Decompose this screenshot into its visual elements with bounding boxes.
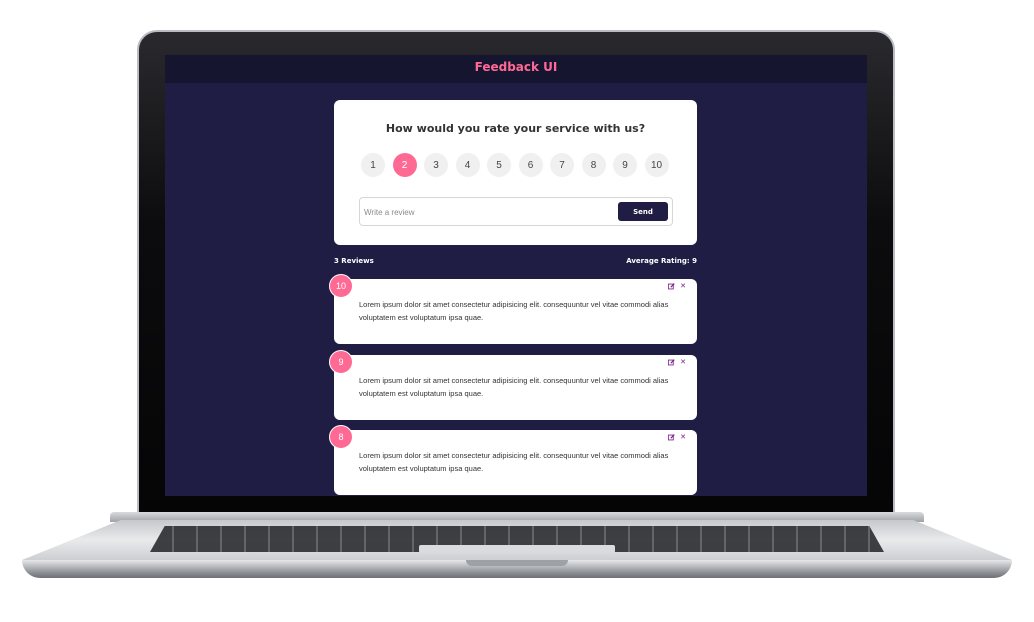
edit-icon[interactable] bbox=[668, 359, 675, 366]
rating-option-9[interactable]: 9 bbox=[613, 153, 637, 177]
review-text: Lorem ipsum dolor sit amet consectetur a… bbox=[359, 451, 669, 473]
review-form: Send bbox=[359, 197, 673, 226]
rating-option-3[interactable]: 3 bbox=[424, 153, 448, 177]
review-count: 3 Reviews bbox=[334, 257, 374, 265]
rating-card: How would you rate your service with us?… bbox=[334, 100, 697, 245]
rating-option-6[interactable]: 6 bbox=[518, 153, 543, 177]
app-title: Feedback UI bbox=[474, 60, 558, 74]
rating-option-10[interactable]: 10 bbox=[644, 153, 669, 177]
review-card: 8 ✕ Lorem ipsum dolor sit amet consectet… bbox=[329, 425, 697, 495]
rating-option-4[interactable]: 4 bbox=[455, 153, 480, 177]
rating-options: 1 2 3 4 5 6 7 8 9 10 bbox=[361, 153, 676, 177]
review-input[interactable] bbox=[364, 206, 604, 218]
close-icon[interactable]: ✕ bbox=[680, 434, 686, 441]
close-icon[interactable]: ✕ bbox=[680, 359, 686, 366]
review-card: 9 ✕ Lorem ipsum dolor sit amet consectet… bbox=[329, 350, 697, 420]
review-stats: 3 Reviews Average Rating: 9 bbox=[334, 257, 697, 269]
rating-question: How would you rate your service with us? bbox=[385, 122, 646, 135]
review-actions: ✕ bbox=[668, 434, 686, 441]
edit-icon[interactable] bbox=[668, 434, 675, 441]
edit-icon[interactable] bbox=[668, 283, 675, 290]
app-screen: Feedback UI How would you rate your serv… bbox=[165, 55, 867, 496]
review-rating-badge: 8 bbox=[329, 425, 353, 449]
review-text: Lorem ipsum dolor sit amet consectetur a… bbox=[359, 300, 669, 322]
review-text: Lorem ipsum dolor sit amet consectetur a… bbox=[359, 376, 669, 398]
review-actions: ✕ bbox=[668, 359, 686, 366]
rating-option-5[interactable]: 5 bbox=[487, 153, 511, 177]
send-button[interactable]: Send bbox=[618, 202, 668, 221]
laptop-trackpad bbox=[419, 545, 615, 553]
average-rating: Average Rating: 9 bbox=[626, 257, 697, 265]
rating-option-8[interactable]: 8 bbox=[581, 153, 606, 177]
rating-option-2[interactable]: 2 bbox=[392, 153, 417, 177]
rating-option-1[interactable]: 1 bbox=[361, 153, 385, 177]
laptop-base bbox=[22, 512, 1012, 578]
review-card: 10 ✕ Lorem ipsum dolor sit amet consecte… bbox=[329, 274, 697, 344]
close-icon[interactable]: ✕ bbox=[680, 283, 686, 290]
app-header: Feedback UI bbox=[165, 55, 867, 83]
rating-option-7[interactable]: 7 bbox=[550, 153, 574, 177]
review-rating-badge: 9 bbox=[329, 350, 353, 374]
review-rating-badge: 10 bbox=[329, 274, 353, 298]
review-actions: ✕ bbox=[668, 283, 686, 290]
laptop-notch bbox=[466, 560, 568, 566]
